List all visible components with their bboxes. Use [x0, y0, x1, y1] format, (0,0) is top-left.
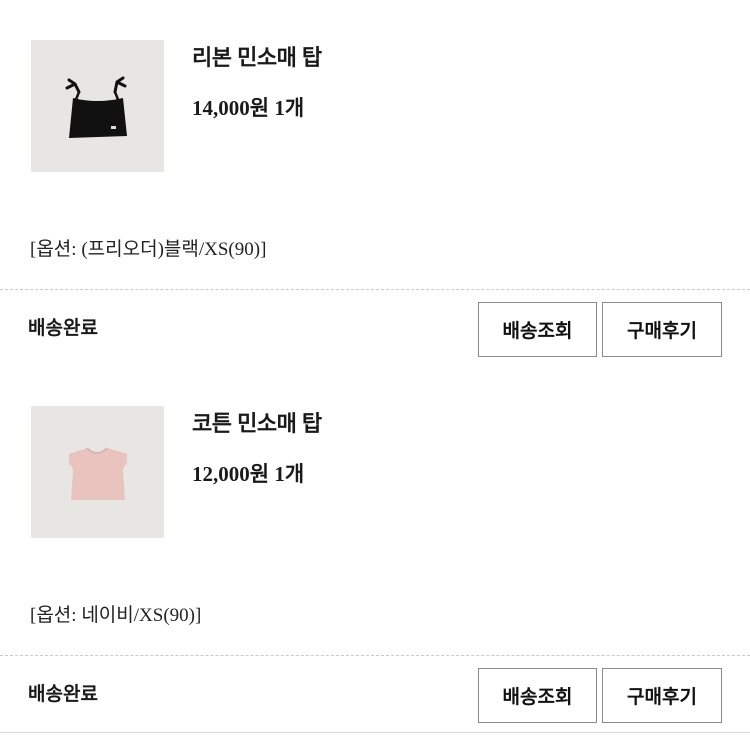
product-name[interactable]: 리본 민소매 탑: [192, 40, 322, 72]
product-thumbnail[interactable]: [31, 40, 164, 172]
dashed-divider: [0, 289, 750, 290]
delivery-status: 배송완료: [28, 684, 98, 705]
product-price-quantity: 14,000원 1개: [192, 96, 305, 120]
delivery-status: 배송완료: [28, 318, 98, 339]
product-thumbnail[interactable]: [31, 406, 164, 538]
ribbon-top-image: [31, 40, 164, 172]
product-name[interactable]: 코튼 민소매 탑: [192, 406, 322, 438]
dashed-divider: [0, 655, 750, 656]
product-option: [옵션: (프리오더)블랙/XS(90)]: [30, 239, 267, 260]
track-delivery-button[interactable]: 배송조회: [478, 668, 597, 723]
cotton-top-image: [31, 406, 164, 538]
write-review-button[interactable]: 구매후기: [602, 668, 722, 723]
product-price-quantity: 12,000원 1개: [192, 462, 305, 486]
track-delivery-button[interactable]: 배송조회: [478, 302, 597, 357]
write-review-button[interactable]: 구매후기: [602, 302, 722, 357]
list-bottom-divider: [0, 732, 750, 733]
product-option: [옵션: 네이비/XS(90)]: [30, 605, 202, 626]
